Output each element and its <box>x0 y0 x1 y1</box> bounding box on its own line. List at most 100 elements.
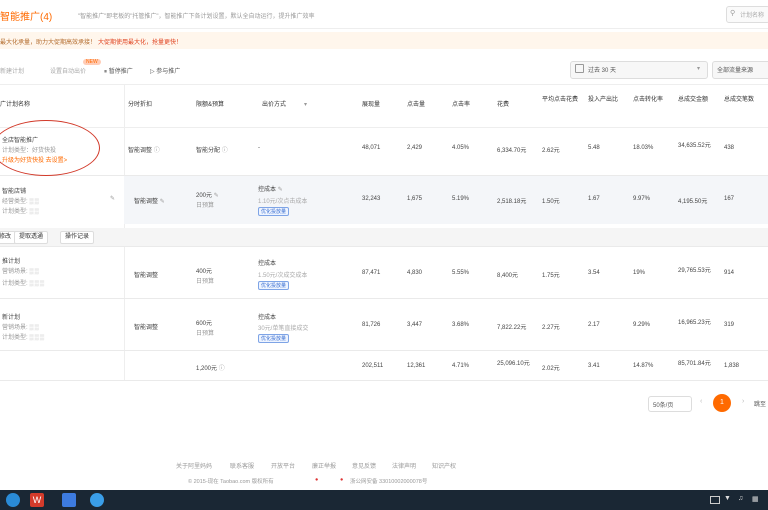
plan-name[interactable]: 推计划 <box>2 256 20 265</box>
col-ctr[interactable]: 点击率 <box>452 101 470 110</box>
police-badge-icon: ● <box>315 477 319 483</box>
col-impressions[interactable]: 展现量 <box>362 101 380 110</box>
orders-value: 438 <box>724 145 735 151</box>
page-size-select[interactable]: 50条/页 <box>648 396 692 412</box>
bid-value[interactable]: 控成本 ✎ <box>258 184 283 193</box>
ctr-value: 5.55% <box>452 270 470 276</box>
row-divider <box>0 350 768 351</box>
new-plan-button[interactable]: 新建计划 <box>0 66 24 75</box>
footer-icp: 浙公网安备 33010002000078号 <box>350 479 428 485</box>
battery-icon <box>710 496 720 504</box>
gmv-value: 29,765.53元 <box>678 268 711 274</box>
cvr-value: 18.03% <box>633 145 654 151</box>
plan-name[interactable]: 新计划 <box>2 312 20 321</box>
budget-value[interactable]: 600元 <box>196 318 212 327</box>
time-discount-value: 智能调整 <box>134 325 159 331</box>
auto-settings-button[interactable]: 设置自动出价 <box>50 66 86 75</box>
time-discount-value: 智能调整 ⓘ <box>128 148 160 154</box>
notice-link[interactable]: 大促期使用最大化，抢量更快！ <box>98 37 182 46</box>
footer-link[interactable]: 法律声明 <box>392 461 416 470</box>
total-budget: 1,200元 ⓘ <box>196 366 225 372</box>
time-discount-value: 智能调整 <box>134 273 159 279</box>
col-gmv[interactable]: 总成交金额 <box>678 96 712 105</box>
bid-value[interactable]: 控成本 <box>258 258 276 267</box>
ctr-value: 5.19% <box>452 196 470 202</box>
footer-link[interactable]: 联系客服 <box>230 461 254 470</box>
cost-value: 6,334.70元 <box>497 148 527 154</box>
page-description: "智能推广"即老板的"托管推广"，智能推广下各计划设置，默认全自动运行，提升推广… <box>78 14 315 20</box>
col-cost[interactable]: 花费 <box>497 101 509 110</box>
extract-button[interactable]: 提取透通 <box>14 231 49 244</box>
budget-sub: 日预算 <box>196 203 215 209</box>
col-plan-name: 广计划名称 <box>0 102 31 108</box>
footer-link[interactable]: 廉正举报 <box>312 461 336 470</box>
edit-icon: ✎ <box>213 193 219 199</box>
police-badge-icon: ● <box>340 477 344 483</box>
optimize-badge: 优化投放量 <box>258 207 290 216</box>
time-discount-value: 智能调整 ✎ <box>134 199 165 205</box>
gmv-value: 4,195.50元 <box>678 199 708 205</box>
calendar-icon <box>575 64 584 73</box>
row-divider <box>0 380 768 381</box>
browser-icon[interactable] <box>90 493 104 507</box>
edit-icon[interactable]: ✎ <box>110 195 115 202</box>
optimize-badge: 优化投放量 <box>258 334 290 343</box>
roi-value: 5.48 <box>588 145 600 151</box>
col-cvr[interactable]: 点击转化率 <box>633 96 663 105</box>
bid-value[interactable]: 控成本 <box>258 312 276 321</box>
col-cpc[interactable]: 平均点击花费 <box>542 96 578 105</box>
wps-icon[interactable]: W <box>30 493 44 507</box>
operation-log-button[interactable]: 操作记录 <box>60 231 95 244</box>
orders-value: 319 <box>724 322 735 328</box>
participate-button[interactable]: ▷ 参与推广 <box>150 66 180 75</box>
clicks-value: 2,429 <box>407 145 423 151</box>
app-icon[interactable] <box>62 493 76 507</box>
jump-label: 跳至 <box>754 402 767 408</box>
clicks-value: 4,830 <box>407 270 423 276</box>
clicks-value: 3,447 <box>407 322 423 328</box>
total-ctr: 4.71% <box>452 363 470 369</box>
pause-button[interactable]: ⏸ 暂停推广 <box>104 66 133 76</box>
notice-text: 最大化承量，助力大促期高效承接！ <box>0 40 97 46</box>
footer-link[interactable]: 意见反馈 <box>352 461 376 470</box>
impressions-value: 48,071 <box>362 145 381 151</box>
roi-value: 3.54 <box>588 270 600 276</box>
bid-sub: 30元/单笔直接成交 <box>258 326 309 332</box>
col-bid-method[interactable]: 出价方式 <box>262 101 286 110</box>
plan-sub1: 营销场景: ▒▒ <box>2 325 40 331</box>
bid-value: - <box>258 145 260 151</box>
current-page[interactable]: 1 <box>713 394 731 412</box>
help-icon: ⓘ <box>153 148 160 154</box>
budget-value[interactable]: 400元 <box>196 266 212 275</box>
bid-method-caret[interactable]: ▾ <box>304 101 307 110</box>
search-placeholder: 计划名称 <box>740 13 765 19</box>
bid-sub: 1.50元/次成交成本 <box>258 273 308 279</box>
cost-value: 7,822.22元 <box>497 325 527 331</box>
gmv-value: 16,965.23元 <box>678 320 711 326</box>
total-clicks: 12,361 <box>407 363 426 369</box>
budget-value[interactable]: 200元 ✎ <box>196 190 219 199</box>
plan-name[interactable]: 智能店铺 <box>2 186 26 195</box>
cvr-value: 19% <box>633 270 646 276</box>
windows-start-icon[interactable] <box>6 493 20 507</box>
cvr-value: 9.29% <box>633 322 651 328</box>
col-roi[interactable]: 投入产出比 <box>588 96 618 105</box>
footer-link[interactable]: 开放平台 <box>271 461 295 470</box>
cpc-value: 1.50元 <box>542 199 560 205</box>
total-cpc: 2.02元 <box>542 366 560 372</box>
table-header <box>0 84 768 128</box>
total-orders: 1,838 <box>724 363 740 369</box>
bid-sub: 1.10元/次点击成本 <box>258 199 308 205</box>
total-cvr: 14.87% <box>633 363 654 369</box>
next-page-button[interactable]: › <box>742 398 744 405</box>
col-orders[interactable]: 总成交笔数 <box>724 96 754 105</box>
footer-link[interactable]: 知识产权 <box>432 461 456 470</box>
plan-sub2: 计划类型: ▒▒▒ <box>2 281 46 287</box>
footer-link[interactable]: 关于阿里妈妈 <box>176 461 212 470</box>
help-icon: ⓘ <box>221 148 228 154</box>
col-time-discount: 分时折扣 <box>128 102 153 108</box>
row-divider <box>0 246 768 247</box>
prev-page-button[interactable]: ‹ <box>700 398 702 405</box>
clicks-value: 1,675 <box>407 196 423 202</box>
col-clicks[interactable]: 点击量 <box>407 101 425 110</box>
